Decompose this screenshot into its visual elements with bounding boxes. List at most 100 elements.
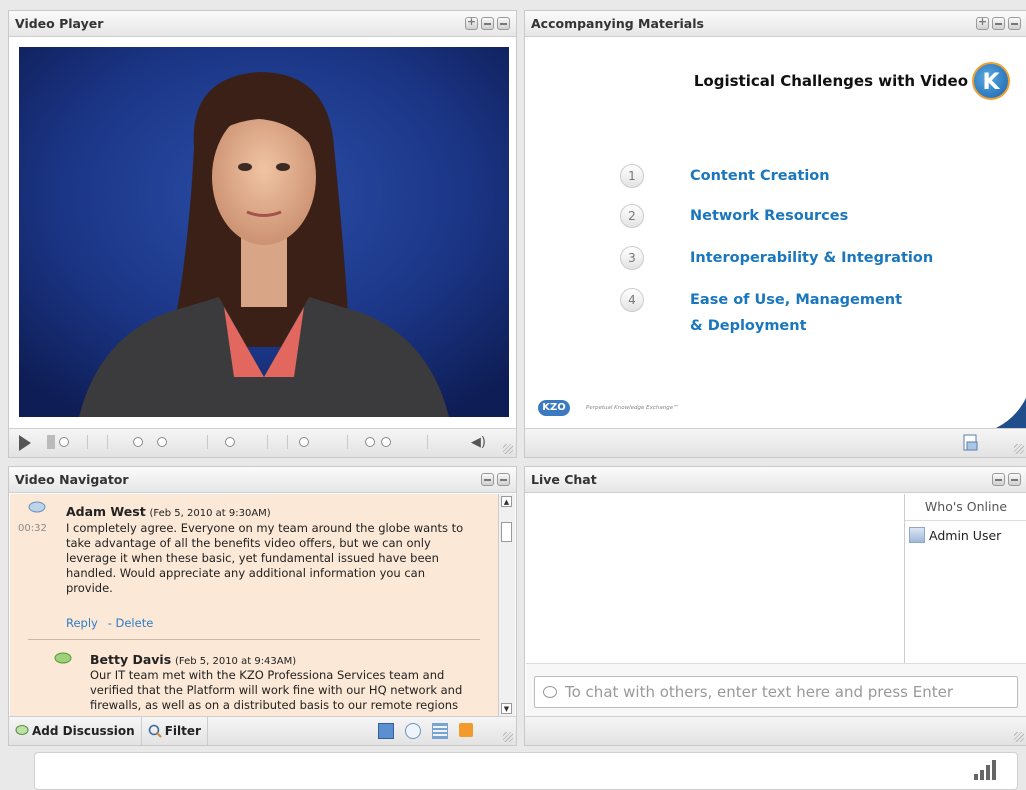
comment-icon	[28, 501, 46, 513]
comment-text: leverage it when these basic, yet fundam…	[66, 551, 439, 565]
slide-print-icon[interactable]	[961, 434, 979, 452]
chat-header: Live Chat	[525, 467, 1026, 493]
scroll-up-icon[interactable]: ▲	[501, 496, 512, 507]
minimize-icon[interactable]	[992, 17, 1005, 30]
minimize-icon[interactable]	[481, 17, 494, 30]
comment-text: handled. Would appreciate any additional…	[66, 566, 426, 580]
play-icon[interactable]	[19, 435, 31, 451]
item-text: Content Creation	[690, 168, 830, 184]
item-text-continued: & Deployment	[690, 318, 807, 334]
comment-date: (Feb 5, 2010 at 9:30AM)	[149, 508, 271, 519]
minimize-icon[interactable]	[481, 473, 494, 486]
slide-item: 3 Interoperability & Integration	[620, 246, 933, 272]
comment-text: Our IT team met with the KZO Professiona…	[90, 668, 445, 682]
resize-grip[interactable]	[503, 732, 513, 742]
panel-title: Video Navigator	[15, 472, 129, 487]
comment-text: firewalls, as well as on a distributed b…	[90, 698, 459, 712]
panel-title: Live Chat	[531, 472, 597, 487]
item-text: Interoperability & Integration	[690, 250, 934, 266]
online-user[interactable]: Admin User	[905, 521, 1026, 549]
materials-footer	[525, 428, 1026, 457]
navigator-scrollbar[interactable]: ▲ ▼	[498, 494, 515, 716]
reply-link[interactable]: Reply	[66, 616, 98, 630]
chat-bubble-icon	[543, 686, 557, 698]
resize-grip[interactable]	[1014, 444, 1024, 454]
presenter-video-image	[19, 47, 509, 417]
close-icon[interactable]	[497, 17, 510, 30]
accompanying-materials-panel: Accompanying Materials Logistical Challe…	[524, 10, 1026, 458]
add-discussion-icon	[15, 725, 29, 735]
chapter-marker[interactable]	[365, 437, 375, 447]
chat-input[interactable]: To chat with others, enter text here and…	[534, 676, 1018, 708]
bottom-status-bar	[34, 752, 1018, 790]
video-player-header: Video Player	[9, 11, 516, 37]
chapter-marker[interactable]	[157, 437, 167, 447]
online-user-name: Admin User	[929, 527, 1002, 543]
chat-input-area: To chat with others, enter text here and…	[526, 663, 1026, 716]
filter-button[interactable]: Filter	[142, 717, 208, 745]
rss-icon[interactable]	[459, 723, 473, 737]
slide-item: 4 Ease of Use, Management & Deployment	[620, 288, 902, 340]
scroll-thumb[interactable]	[501, 522, 512, 542]
slide-corner-decoration	[996, 398, 1026, 428]
filter-label: Filter	[164, 724, 201, 738]
panel-title: Video Player	[15, 16, 104, 31]
resize-grip[interactable]	[503, 444, 513, 454]
comment-text: I completely agree. Everyone on my team …	[66, 521, 464, 535]
slide-item: 1 Content Creation	[620, 164, 830, 190]
scroll-down-icon[interactable]: ▼	[501, 703, 512, 714]
chat-footer	[525, 716, 1026, 745]
item-number: 1	[620, 164, 644, 188]
video-player-panel: Video Player + ◀)	[8, 10, 517, 458]
materials-header: Accompanying Materials	[525, 11, 1026, 37]
discussion-list: Adam West (Feb 5, 2010 at 9:30AM) 00:32 …	[10, 494, 498, 716]
item-number: 4	[620, 288, 644, 312]
video-navigator-panel: Video Navigator Adam West (Feb 5, 2010 a…	[8, 466, 517, 746]
chat-input-placeholder: To chat with others, enter text here and…	[565, 683, 954, 701]
live-chat-panel: Live Chat Who's Online Admin User To cha…	[524, 466, 1026, 746]
chapter-marker[interactable]	[133, 437, 143, 447]
list-icon[interactable]	[432, 723, 448, 739]
chapter-marker[interactable]	[381, 437, 391, 447]
seek-handle[interactable]	[59, 437, 69, 447]
comment-author[interactable]: Adam West	[66, 504, 146, 519]
comment-text: provide.	[66, 581, 113, 595]
item-number: 2	[620, 204, 644, 228]
expand-icon[interactable]	[976, 15, 989, 30]
whos-online-pane: Who's Online Admin User	[904, 494, 1026, 685]
slide-item: 2 Network Resources	[620, 204, 848, 230]
chapter-marker[interactable]	[299, 437, 309, 447]
panel-title: Accompanying Materials	[531, 16, 704, 31]
resize-grip[interactable]	[1014, 732, 1024, 742]
chat-messages	[526, 494, 903, 685]
search-icon	[148, 724, 162, 738]
slide-title: Logistical Challenges with Video	[693, 72, 968, 90]
item-text: Ease of Use, Management	[690, 292, 903, 308]
comment-text: verified that the Platform will work fin…	[90, 683, 463, 697]
video-controls: ◀)	[9, 428, 516, 457]
close-icon[interactable]	[497, 473, 510, 486]
close-icon[interactable]	[1008, 473, 1021, 486]
reply-comment-icon	[54, 652, 72, 664]
close-icon[interactable]	[1008, 17, 1021, 30]
kzo-logo-icon: K	[972, 62, 1010, 100]
delete-link[interactable]: - Delete	[108, 616, 154, 630]
comment-author[interactable]: Betty Davis	[90, 652, 171, 667]
video-frame[interactable]	[19, 47, 509, 417]
seek-bar[interactable]	[47, 429, 446, 457]
comment-timestamp[interactable]: 00:32	[18, 523, 47, 534]
add-discussion-label: Add Discussion	[32, 724, 135, 738]
chapter-marker[interactable]	[225, 437, 235, 447]
signal-strength-icon[interactable]	[973, 759, 999, 781]
slide: Logistical Challenges with Video K 1 Con…	[526, 38, 1026, 428]
layout-icon[interactable]	[378, 723, 394, 739]
expand-icon[interactable]	[465, 15, 478, 30]
add-discussion-button[interactable]: Add Discussion	[9, 717, 142, 745]
comment-text: take advantage of all the benefits video…	[66, 536, 431, 550]
comments-icon[interactable]	[405, 723, 421, 739]
user-hourglass-icon	[909, 527, 925, 543]
volume-icon[interactable]: ◀)	[471, 435, 486, 450]
minimize-icon[interactable]	[992, 473, 1005, 486]
navigator-toolbar: Add Discussion Filter	[9, 716, 516, 745]
slide-footer: KZO Perpetual Knowledge Exchange™	[538, 400, 679, 416]
